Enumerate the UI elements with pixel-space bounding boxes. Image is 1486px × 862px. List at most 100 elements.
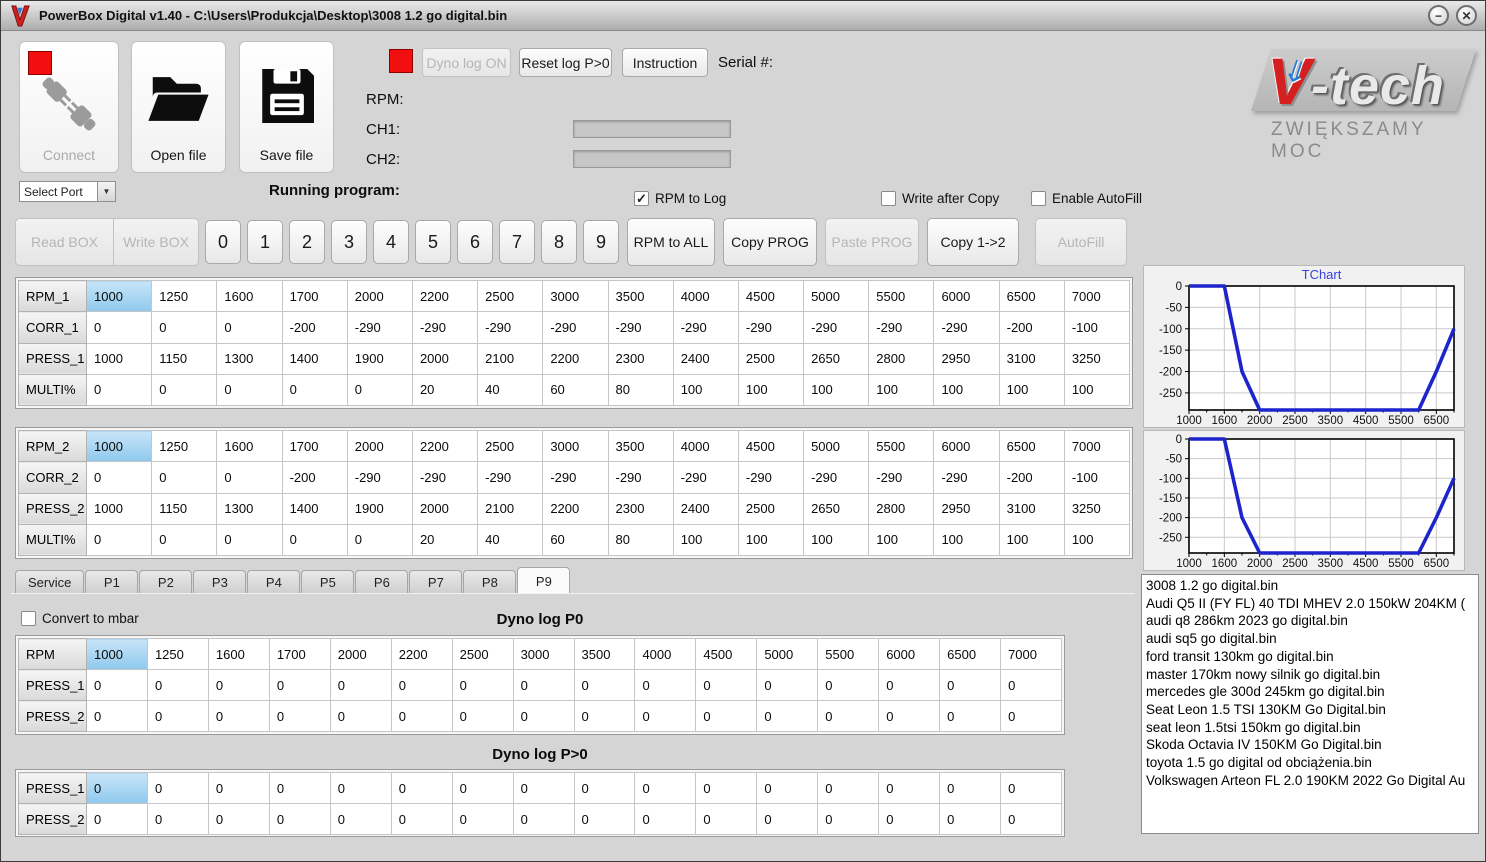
table-cell[interactable]: 0 — [86, 803, 148, 835]
table-cell[interactable]: 0 — [634, 803, 697, 835]
table-cell[interactable]: 0 — [939, 700, 1002, 732]
table-cell[interactable]: 100 — [803, 523, 870, 557]
table-cell[interactable]: 0 — [573, 669, 636, 701]
table-cell[interactable]: 0 — [512, 669, 575, 701]
table-cell[interactable]: 2950 — [933, 492, 1000, 525]
table-cell[interactable]: 2100 — [477, 492, 544, 525]
table-cell[interactable]: -290 — [868, 311, 935, 344]
file-list-item[interactable]: ford transit 130km go digital.bin — [1142, 648, 1478, 666]
table-cell[interactable]: 4500 — [737, 429, 805, 463]
table-cell[interactable]: 7000 — [1000, 638, 1062, 670]
tab-p1[interactable]: P1 — [85, 570, 139, 594]
table-cell[interactable]: 100 — [933, 373, 1000, 407]
table-cell[interactable]: 2500 — [737, 492, 805, 525]
table-cell[interactable]: -290 — [672, 311, 739, 344]
table-cell[interactable]: -290 — [477, 461, 544, 494]
table-cell[interactable]: 2000 — [346, 429, 413, 463]
copy-prog-button[interactable]: Copy PROG — [723, 218, 817, 266]
table-cell[interactable]: 4000 — [672, 429, 739, 463]
table-cell[interactable]: 0 — [634, 669, 697, 701]
table-cell[interactable]: -100 — [1063, 461, 1131, 494]
checkbox-box[interactable] — [1031, 191, 1046, 206]
table-cell[interactable]: 2800 — [868, 492, 935, 525]
table-cell[interactable]: 0 — [329, 772, 392, 804]
write-box-button[interactable]: Write BOX — [114, 218, 199, 266]
table-cell[interactable]: 0 — [207, 803, 270, 835]
table-cell[interactable]: 1150 — [151, 342, 218, 375]
table-cell[interactable]: -290 — [803, 461, 870, 494]
digit-button-9[interactable]: 9 — [583, 220, 619, 264]
table-cell[interactable]: 0 — [207, 772, 270, 804]
rpm-to-all-button[interactable]: RPM to ALL — [627, 218, 715, 266]
table-cell[interactable]: -290 — [477, 311, 544, 344]
table-cell[interactable]: -290 — [933, 311, 1000, 344]
table-cell[interactable]: 1700 — [268, 638, 331, 670]
table-cell[interactable]: -290 — [933, 461, 1000, 494]
table-cell[interactable]: 100 — [933, 523, 1000, 557]
table-cell[interactable]: 2200 — [542, 342, 609, 375]
file-list-item[interactable]: Skoda Octavia IV 150KM Go Digital.bin — [1142, 736, 1478, 754]
table-cell[interactable]: 1600 — [207, 638, 270, 670]
table-cell[interactable]: 0 — [146, 669, 209, 701]
table-cell[interactable]: 4000 — [672, 279, 739, 313]
close-button[interactable]: ✕ — [1456, 5, 1477, 26]
table-cell[interactable]: 0 — [695, 669, 758, 701]
table-cell[interactable]: 4500 — [695, 638, 758, 670]
tab-p4[interactable]: P4 — [247, 570, 301, 594]
table-cell[interactable]: 0 — [85, 523, 153, 557]
open-file-button[interactable]: Open file — [131, 41, 226, 173]
table-cell[interactable]: 7000 — [1063, 279, 1131, 313]
table-cell[interactable]: 3000 — [512, 638, 575, 670]
table-cell[interactable]: 40 — [477, 373, 544, 407]
checkbox-box[interactable]: ✓ — [634, 191, 649, 206]
table-cell[interactable]: 0 — [216, 311, 283, 344]
table-cell[interactable]: 2000 — [329, 638, 392, 670]
table-cell[interactable]: 0 — [878, 803, 941, 835]
table-cell[interactable]: 1000 — [85, 342, 153, 375]
table-cell[interactable]: 0 — [756, 803, 819, 835]
digit-button-1[interactable]: 1 — [247, 220, 283, 264]
table-cell[interactable]: 2300 — [607, 342, 674, 375]
table-cell[interactable]: 20 — [411, 373, 479, 407]
table-cell[interactable]: -290 — [607, 311, 674, 344]
tab-p8[interactable]: P8 — [463, 570, 517, 594]
table-cell[interactable]: 3000 — [542, 279, 609, 313]
file-list-item[interactable]: mercedes gle 300d 245km go digital.bin — [1142, 683, 1478, 701]
table-cell[interactable]: 0 — [268, 803, 331, 835]
table-cell[interactable]: 100 — [672, 523, 739, 557]
table-cell[interactable]: 6500 — [939, 638, 1002, 670]
table-cell[interactable]: 0 — [216, 373, 283, 407]
tab-p7[interactable]: P7 — [409, 570, 463, 594]
table-cell[interactable]: 0 — [151, 523, 218, 557]
table-cell[interactable]: 0 — [390, 669, 453, 701]
table-cell[interactable]: 0 — [756, 772, 819, 804]
autofill-button[interactable]: AutoFill — [1035, 218, 1127, 266]
select-port-dropdown[interactable]: Select Port ▼ — [19, 181, 116, 202]
table-cell[interactable]: 6000 — [933, 429, 1000, 463]
table-cell[interactable]: 100 — [1063, 523, 1131, 557]
tab-p6[interactable]: P6 — [355, 570, 409, 594]
table-cell[interactable]: 100 — [803, 373, 870, 407]
table-cell[interactable]: 40 — [477, 523, 544, 557]
table-cell[interactable]: 0 — [390, 803, 453, 835]
table-cell[interactable]: 3000 — [542, 429, 609, 463]
table-cell[interactable]: 0 — [346, 523, 413, 557]
table-cell[interactable]: 0 — [1000, 669, 1062, 701]
table-cell[interactable]: 0 — [146, 700, 209, 732]
table-cell[interactable]: 0 — [146, 803, 209, 835]
table-cell[interactable]: 1900 — [346, 492, 413, 525]
file-list-item[interactable]: toyota 1.5 go digital od obciążenia.bin — [1142, 754, 1478, 772]
table-cell[interactable]: -290 — [737, 311, 805, 344]
table-cell[interactable]: 0 — [86, 669, 148, 701]
table-cell[interactable]: 0 — [878, 772, 941, 804]
table-cell[interactable]: 0 — [1000, 772, 1062, 804]
table-cell[interactable]: 1400 — [281, 492, 348, 525]
minimize-button[interactable]: − — [1428, 5, 1449, 26]
table-cell[interactable]: 2950 — [933, 342, 1000, 375]
digit-button-8[interactable]: 8 — [541, 220, 577, 264]
table-cell[interactable]: 2400 — [672, 342, 739, 375]
table-cell[interactable]: 0 — [817, 700, 880, 732]
table-cell[interactable]: 0 — [207, 669, 270, 701]
table-cell[interactable]: 7000 — [1063, 429, 1131, 463]
table-cell[interactable]: 80 — [607, 373, 674, 407]
